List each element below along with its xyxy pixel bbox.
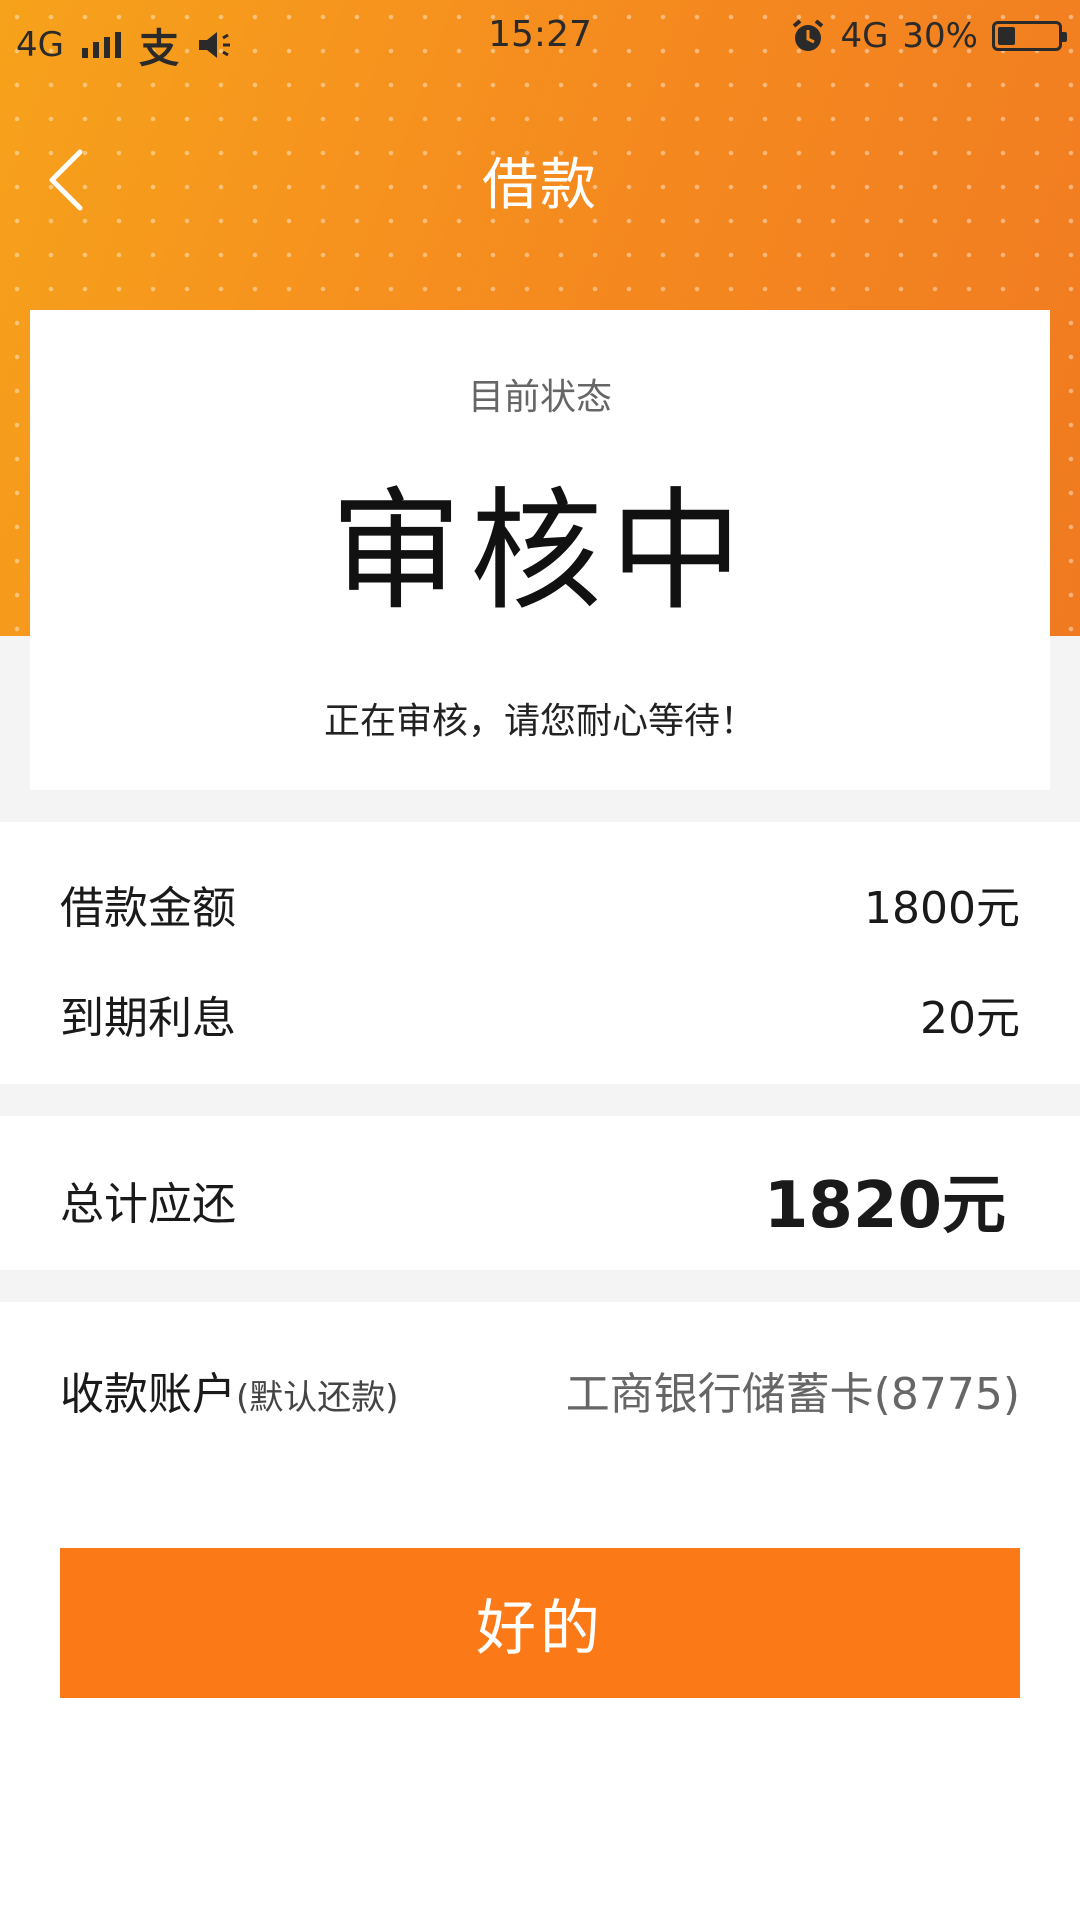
loan-amount-value: 1800元 [864, 883, 1020, 934]
total-section: 总计应还 1820元 [0, 1116, 1080, 1270]
battery-icon [992, 21, 1067, 51]
alarm-icon [793, 19, 824, 51]
status-card: 目前状态 审核中 正在审核，请您耐心等待！ [30, 310, 1050, 790]
page-title: 借款 [482, 153, 598, 218]
status-value: 审核中 [330, 475, 750, 629]
interest-label: 到期利息 [60, 993, 236, 1044]
ok-button[interactable]: 好的 [60, 1548, 1020, 1698]
status-bar-right: 4G 30% [790, 16, 1067, 56]
battery-level [998, 27, 1016, 45]
total-label: 总计应还 [60, 1179, 236, 1230]
account-value: 工商银行储蓄卡(8775) [565, 1369, 1020, 1420]
status-message: 正在审核，请您耐心等待！ [323, 701, 756, 742]
account-note: (默认还款) [236, 1378, 399, 1418]
total-row: 总计应还 1820元 [60, 1154, 1020, 1246]
account-row[interactable]: 收款账户(默认还款) 工商银行储蓄卡(8775) [60, 1358, 1020, 1422]
status-label: 目前状态 [467, 377, 612, 418]
account-label: 收款账户 [60, 1369, 236, 1420]
interest-value: 20元 [920, 993, 1020, 1044]
loan-amount-row: 借款金额 1800元 [60, 872, 1020, 936]
loan-amount-label: 借款金额 [60, 883, 236, 934]
total-value: 1820元 [763, 1169, 1006, 1243]
account-label-group: 收款账户(默认还款) [60, 1358, 399, 1422]
status-bar: 4G 支 15:27 4G 30% [0, 0, 1080, 76]
interest-row: 到期利息 20元 [60, 982, 1020, 1046]
loan-details-section: 借款金额 1800元 到期利息 20元 [0, 822, 1080, 1084]
battery-percent: 30% [902, 16, 978, 56]
network-type-right: 4G [840, 16, 889, 56]
nav-bar: 借款 [0, 120, 1080, 240]
loan-status-page: 4G 支 15:27 4G 30% 借款 目前状态 审核中 正在审核，请您耐心等… [0, 0, 1080, 1920]
